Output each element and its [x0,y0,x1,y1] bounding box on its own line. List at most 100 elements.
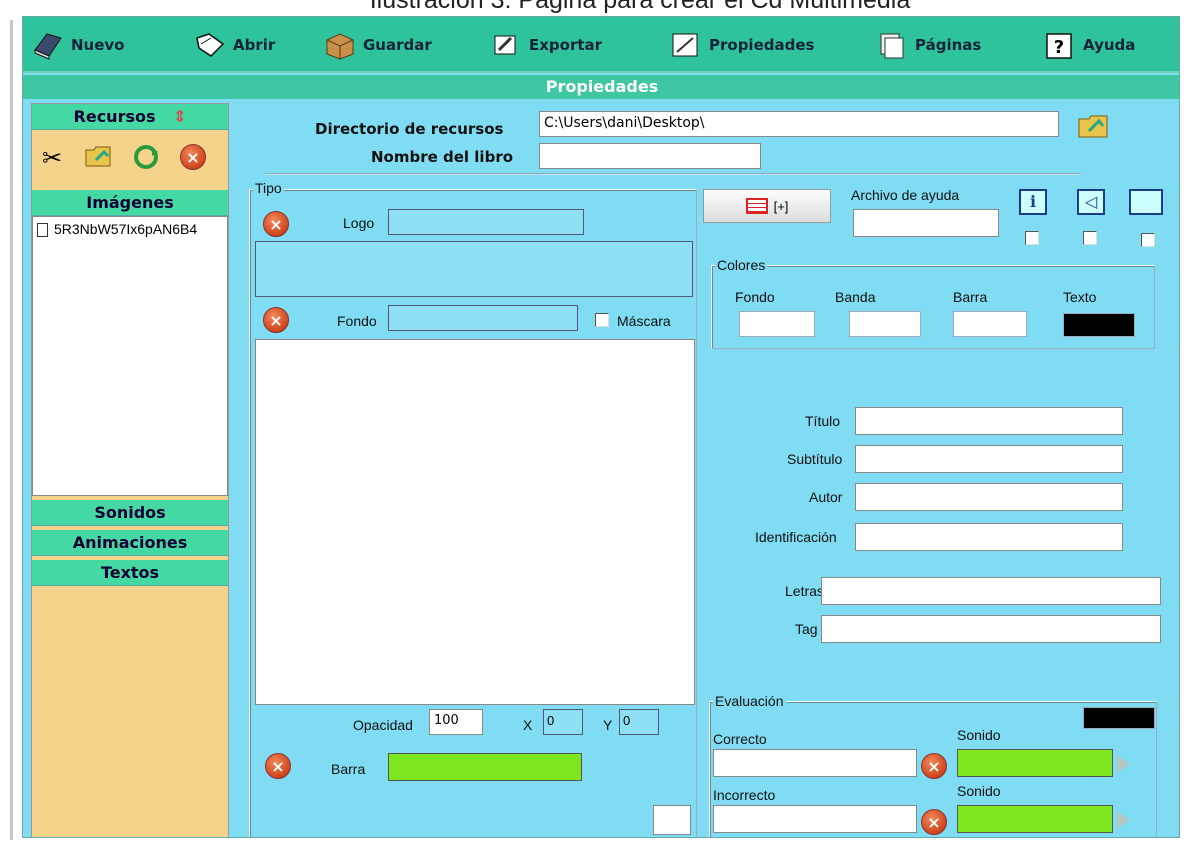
list-icon [745,198,768,214]
export-button[interactable]: Exportar [489,27,602,63]
folder-browse-icon[interactable] [1077,111,1111,146]
properties-icon [669,30,703,60]
author-input[interactable] [855,483,1123,511]
pages-button[interactable]: Páginas [875,27,981,63]
background-preview [255,339,695,705]
remove-correct-icon[interactable]: × [921,753,947,779]
color-banda-label: Banda [835,289,876,305]
open-button[interactable]: Abrir [193,27,275,63]
toolbar-label: Propiedades [709,36,815,54]
images-list[interactable]: 5R3NbW57Ix6pAN6B4 [32,216,228,496]
color-texto-label: Texto [1063,289,1097,305]
properties-button[interactable]: Propiedades [669,27,814,63]
box-icon [323,30,357,60]
letras-label: Letras [785,583,824,599]
x-input[interactable]: 0 [543,709,583,735]
tag-input[interactable] [821,615,1161,643]
identification-label: Identificación [755,529,837,545]
add-page-button[interactable]: [+] [703,189,831,223]
toolbar-label: Exportar [529,36,603,54]
banda-color-swatch[interactable] [849,311,921,337]
title-input[interactable] [855,407,1123,435]
correct-input[interactable] [713,749,917,777]
correct-sound-field[interactable] [957,749,1113,777]
speaker-icon[interactable]: ◁ [1077,189,1105,215]
author-label: Autor [809,489,843,505]
tab-animations-label: Animaciones [72,533,188,552]
tipo-label: Tipo [253,180,284,196]
tab-texts[interactable]: Textos [32,560,228,586]
resources-label: Recursos [73,107,156,126]
book-icon [31,30,65,60]
new-button[interactable]: Nuevo [31,27,125,63]
identification-input[interactable] [855,523,1123,551]
mascara-checkbox[interactable] [595,313,609,327]
help-file-input[interactable] [853,209,999,237]
opacity-label: Opacidad [353,717,413,733]
bar-color-field[interactable] [388,753,582,781]
letras-input[interactable] [821,577,1161,605]
resources-tools: ✂ × [36,138,226,178]
x-label: X [523,717,533,733]
svg-text:?: ? [1054,37,1064,58]
tab-animations[interactable]: Animaciones [32,530,228,556]
frame-icon[interactable] [1129,189,1163,215]
resources-header[interactable]: Recursos ⇕ [32,104,228,130]
incorrect-sound-field[interactable] [957,805,1113,833]
info-icon[interactable]: i [1019,189,1047,215]
tab-images[interactable]: Imágenes [32,190,228,216]
play-incorrect-icon[interactable] [1117,811,1129,829]
book-name-input[interactable] [539,143,761,169]
barra-color-swatch[interactable] [953,311,1027,337]
fondo-label: Fondo [337,313,377,329]
dir-input[interactable]: C:\Users\dani\Desktop\ [539,111,1059,137]
incorrect-input[interactable] [713,805,917,833]
play-correct-icon[interactable] [1117,755,1129,773]
tag-label: Tag [795,621,818,637]
subtitle-input[interactable] [855,445,1123,473]
remove-logo-icon[interactable]: × [263,211,289,237]
small-white-box [653,805,691,835]
remove-bar-icon[interactable]: × [265,753,291,779]
tab-sounds[interactable]: Sonidos [32,500,228,526]
dir-label: Directorio de recursos [315,120,504,138]
y-input[interactable]: 0 [619,709,659,735]
refresh-icon[interactable] [132,144,160,175]
frame-checkbox[interactable] [1141,233,1155,247]
file-icon [37,223,48,238]
window-left-edge [0,0,22,847]
texto-color-swatch[interactable] [1063,313,1135,337]
folder-open-icon[interactable] [84,142,114,175]
help-button[interactable]: ? Ayuda [1043,27,1135,63]
incorrect-sound-label: Sonido [957,783,1001,799]
sound-checkbox[interactable] [1083,231,1097,245]
pages-icon [875,30,909,60]
color-barra-label: Barra [953,289,988,305]
tab-sounds-label: Sonidos [94,503,166,522]
logo-input[interactable] [388,209,584,235]
remove-incorrect-icon[interactable]: × [921,809,947,835]
color-fondo-label: Fondo [735,289,775,305]
logo-preview [255,241,693,297]
remove-background-icon[interactable]: × [263,307,289,333]
toolbar-label: Nuevo [71,36,125,54]
delete-resource-icon[interactable]: × [180,144,206,170]
correct-sound-label: Sonido [957,727,1001,743]
colors-label: Colores [715,257,768,273]
app-window: Nuevo Abrir Guardar Exportar Propiedades [22,16,1180,838]
logo-label: Logo [343,215,375,231]
list-item[interactable]: 5R3NbW57Ix6pAN6B4 [37,221,197,238]
divider [265,173,1081,175]
title-label: Título [805,413,841,429]
chevron-updown-icon[interactable]: ⇕ [173,107,186,126]
fondo-color-swatch[interactable] [739,311,815,337]
fondo-input[interactable] [388,305,578,331]
opacity-input[interactable]: 100 [429,709,483,735]
help-file-label: Archivo de ayuda [851,187,960,203]
evaluation-color-swatch[interactable] [1083,707,1155,729]
tools-icon[interactable]: ✂ [42,144,62,173]
save-button[interactable]: Guardar [323,27,432,63]
bar-label: Barra [331,761,366,777]
toolbar-label: Abrir [233,36,276,54]
info-checkbox[interactable] [1025,231,1039,245]
